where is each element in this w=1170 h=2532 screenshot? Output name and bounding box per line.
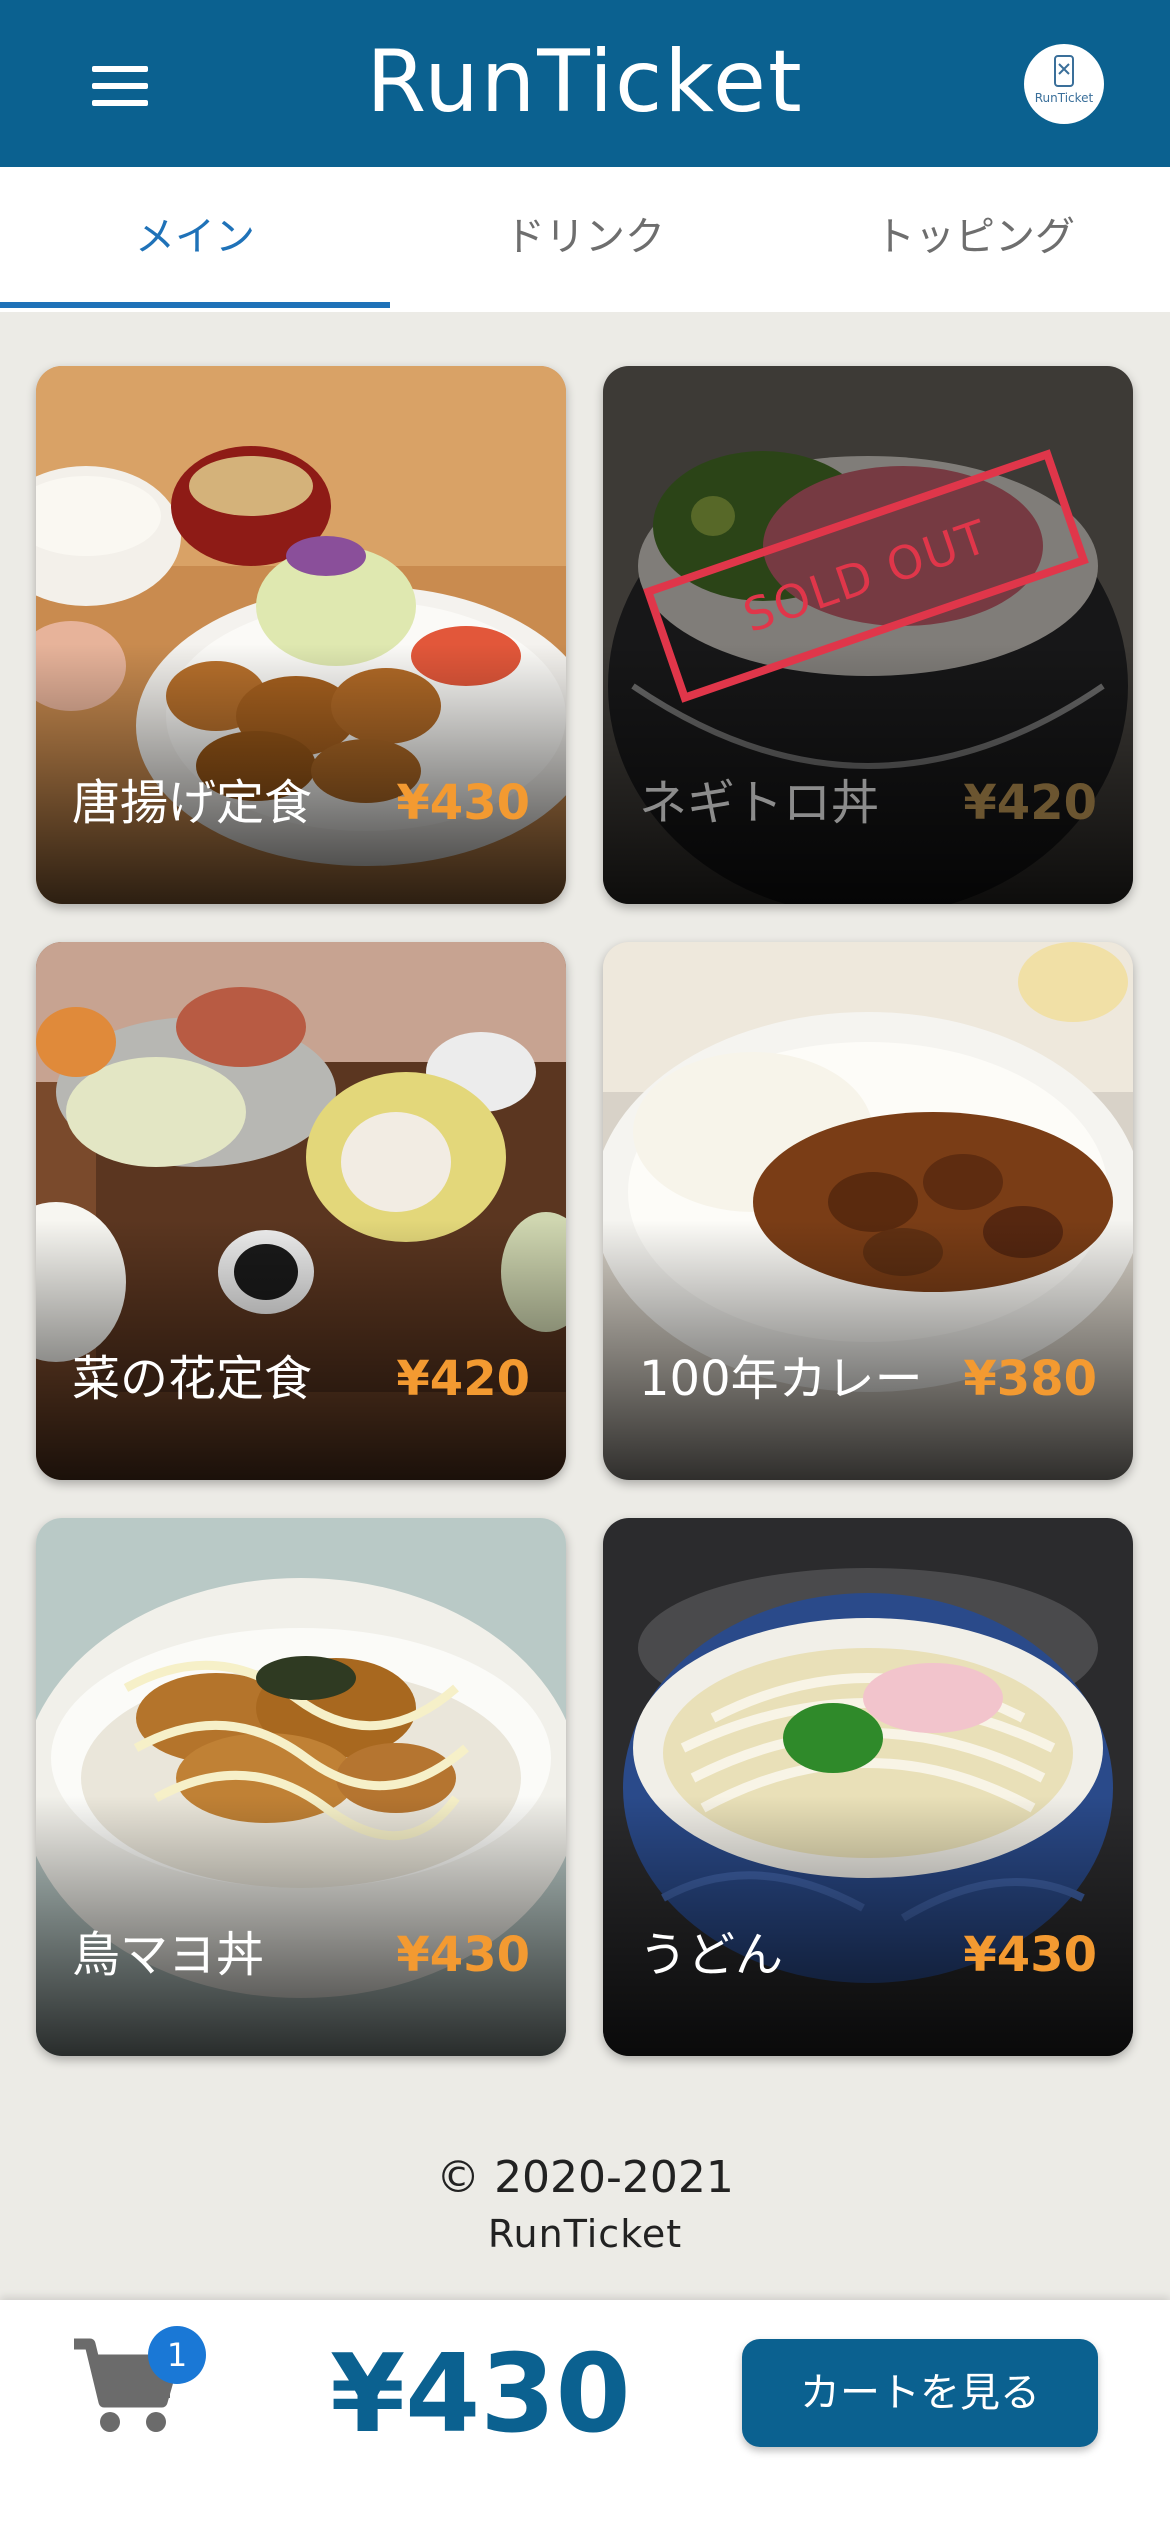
app-logo: RunTicket — [366, 32, 804, 132]
user-avatar[interactable]: RunTicket — [1024, 44, 1104, 124]
cart-count-badge: 1 — [148, 2326, 206, 2384]
menu-item-100nen-curry[interactable]: 100年カレー ¥380 — [603, 942, 1133, 1480]
menu-item-price: ¥430 — [963, 1927, 1097, 1983]
menu-item-torimayo-don[interactable]: 鳥マヨ丼 ¥430 — [36, 1518, 566, 2056]
menu-item-udon[interactable]: うどん ¥430 — [603, 1518, 1133, 2056]
menu-item-price: ¥420 — [396, 1351, 530, 1407]
hamburger-menu-icon[interactable] — [92, 66, 148, 106]
active-tab-indicator — [0, 302, 390, 308]
menu-item-negitoro-don[interactable]: SOLD OUT ネギトロ丼 ¥420 — [603, 366, 1133, 904]
menu-item-karaage-teishoku[interactable]: 唐揚げ定食 ¥430 — [36, 366, 566, 904]
menu-item-name: ネギトロ丼 — [639, 775, 880, 831]
category-tabs: メイン ドリンク トッピング — [0, 167, 1170, 312]
copyright-text: © 2020-2021 — [436, 2152, 734, 2203]
menu-item-name: 唐揚げ定食 — [72, 775, 313, 831]
avatar-logo-text: RunTicket — [1035, 91, 1094, 105]
app-header: RunTicket RunTicket — [0, 0, 1170, 167]
menu-item-price: ¥380 — [963, 1351, 1097, 1407]
menu-item-name: 鳥マヨ丼 — [72, 1927, 265, 1983]
menu-item-nanohana-teishoku[interactable]: 菜の花定食 ¥420 — [36, 942, 566, 1480]
tab-drink[interactable]: ドリンク — [390, 167, 780, 312]
footer-logo: RunTicket — [487, 2212, 683, 2256]
menu-item-name: 菜の花定食 — [72, 1351, 313, 1407]
menu-item-name: 100年カレー — [639, 1351, 923, 1407]
tab-topping[interactable]: トッピング — [780, 167, 1170, 312]
cart-total: ¥430 — [330, 2332, 631, 2457]
tab-main[interactable]: メイン — [0, 167, 390, 312]
menu-item-name: うどん — [639, 1927, 784, 1983]
menu-item-price: ¥430 — [396, 775, 530, 831]
menu-item-price: ¥430 — [396, 1927, 530, 1983]
menu-item-price: ¥420 — [963, 775, 1097, 831]
view-cart-button[interactable]: カートを見る — [742, 2339, 1098, 2447]
